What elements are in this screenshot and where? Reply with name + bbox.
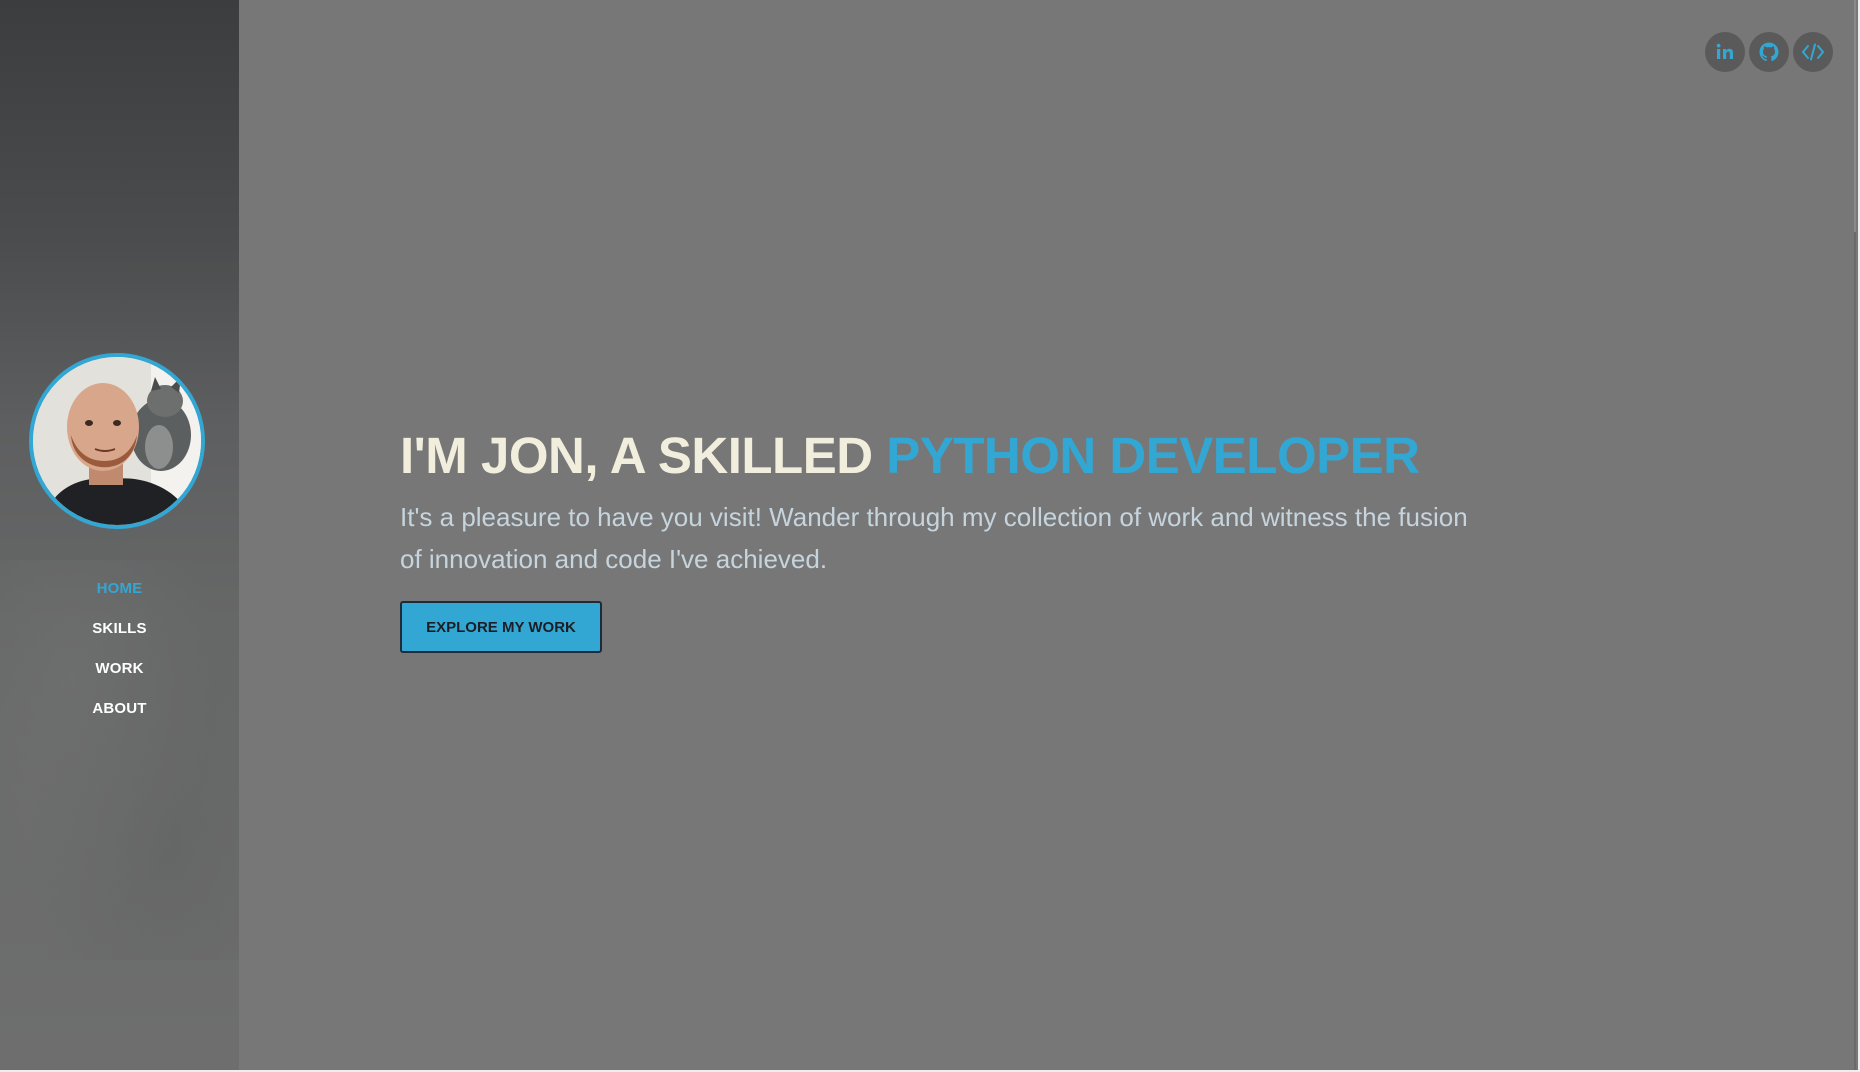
main-nav: HOME SKILLS WORK ABOUT: [0, 568, 239, 728]
page-scrollbar[interactable]: [1854, 0, 1856, 1070]
avatar-photo: [33, 357, 201, 525]
nav-item-work[interactable]: WORK: [0, 648, 239, 688]
hero-subtext: It's a pleasure to have you visit! Wande…: [400, 502, 1468, 574]
code-icon: [1802, 43, 1824, 61]
sidebar: HOME SKILLS WORK ABOUT: [0, 0, 239, 1070]
code-link[interactable]: [1793, 32, 1833, 72]
nav-item-home[interactable]: HOME: [0, 568, 239, 608]
linkedin-link[interactable]: [1705, 32, 1745, 72]
linkedin-icon: [1716, 43, 1733, 59]
github-link[interactable]: [1749, 32, 1789, 72]
hero: I'M JON, A SKILLED PYTHON DEVELOPER It's…: [400, 424, 1500, 653]
nav-item-skills[interactable]: SKILLS: [0, 608, 239, 648]
explore-work-button[interactable]: EXPLORE MY WORK: [400, 601, 602, 653]
hero-headline-lead: I'M JON, A SKILLED: [400, 427, 887, 484]
github-icon: [1759, 42, 1779, 62]
avatar: [29, 353, 205, 529]
page: HOME SKILLS WORK ABOUT I'M JON, A SKILLE…: [0, 0, 1860, 1072]
social-links: [1705, 32, 1833, 72]
scrollbar-thumb[interactable]: [1854, 0, 1856, 232]
hero-headline-accent: PYTHON DEVELOPER: [886, 427, 1420, 484]
viewport: HOME SKILLS WORK ABOUT I'M JON, A SKILLE…: [0, 0, 1858, 1070]
hero-headline: I'M JON, A SKILLED PYTHON DEVELOPER: [400, 424, 1500, 488]
nav-item-about[interactable]: ABOUT: [0, 688, 239, 728]
